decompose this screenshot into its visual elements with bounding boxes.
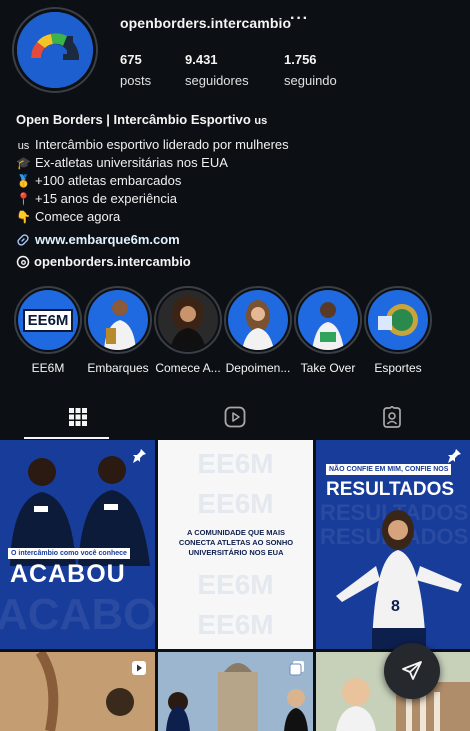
posts-count-label: posts — [120, 73, 152, 88]
following-count-value: 1.756 — [284, 52, 317, 67]
person-photo-icon — [242, 300, 274, 350]
post-text: A COMUNIDADE QUE MAIS CONECTA ATLETAS AO… — [176, 528, 296, 558]
person-photo-icon — [104, 300, 136, 350]
post-watermark: ACABOU — [0, 590, 155, 639]
profile-tabs — [0, 395, 470, 439]
us-flag: us — [254, 115, 268, 127]
send-icon — [402, 661, 422, 680]
pointing-down-icon: 👇 — [16, 210, 31, 224]
person-photo-icon — [170, 296, 206, 350]
post-caption: O intercâmbio como você conhece — [8, 548, 130, 559]
graduation-cap-icon: 🎓 — [16, 156, 31, 170]
medal-icon: 🥇 — [16, 174, 31, 188]
highlight-embarques[interactable]: Embarques — [83, 286, 153, 375]
bio-line-text: +15 anos de experiência — [35, 191, 178, 206]
bio-line: 👇 Comece agora — [16, 208, 456, 226]
threads-icon — [16, 255, 30, 268]
highlight-esportes[interactable]: Esportes — [363, 286, 433, 375]
bio-line-text: +100 atletas embarcados — [35, 173, 182, 188]
link-icon — [17, 233, 29, 246]
post-watermark: EE6M — [197, 568, 274, 600]
person-photo-icon — [312, 302, 344, 350]
direct-message-button[interactable] — [384, 643, 440, 699]
post-kicker: NÃO CONFIE EM MIM, CONFIE NOS — [326, 464, 452, 475]
tab-reels[interactable] — [157, 395, 313, 439]
post-tile[interactable]: EE6M EE6M EE6M EE6M EE6M A COMUNIDADE QU… — [158, 440, 313, 649]
bio-line-text: Comece agora — [35, 209, 121, 224]
followers-count-value: 9.431 — [185, 52, 218, 67]
highlight-label: Comece A... — [155, 361, 221, 375]
highlight-label: EE6M — [31, 361, 65, 375]
medal-photo-icon — [378, 304, 418, 336]
story-highlights: EE6M EE6M Embarques Comece A... Depoimen… — [14, 286, 470, 375]
highlight-comece[interactable]: Comece A... — [153, 286, 223, 375]
threads-handle: openborders.intercambio — [34, 254, 191, 269]
website-link-text: www.embarque6m.com — [35, 232, 180, 247]
bio-line: us Intercâmbio esportivo liderado por mul… — [16, 136, 456, 154]
more-options-button[interactable]: ··· — [290, 10, 309, 28]
display-name: Open Borders | Intercâmbio Esportivo us — [16, 112, 456, 127]
bio-line-text: Intercâmbio esportivo liderado por mulhe… — [35, 137, 289, 152]
highlight-label: Take Over — [300, 361, 356, 375]
tagged-icon — [383, 406, 401, 428]
carousel-icon — [289, 661, 304, 676]
post-tile[interactable]: ACABOU O intercâmbio como você conhece A… — [0, 440, 155, 649]
post-headline: ACABOU — [10, 560, 126, 588]
post-watermark: EE6M — [197, 448, 274, 480]
tab-posts[interactable] — [0, 395, 156, 439]
bio-line: 🥇 +100 atletas embarcados — [16, 172, 456, 190]
followers-count-label: seguidores — [185, 73, 249, 88]
post-watermark: EE6M — [197, 608, 274, 640]
reel-icon — [132, 661, 146, 675]
following-count[interactable]: 1.756 seguindo — [284, 52, 337, 88]
highlight-badge: EE6M — [22, 308, 74, 332]
highlight-label: Esportes — [374, 361, 422, 375]
highlight-label: Embarques — [87, 361, 149, 375]
pin-icon: 📍 — [16, 192, 31, 206]
bio-line-text: Ex-atletas universitárias nos EUA — [35, 155, 228, 170]
open-borders-logo — [17, 12, 93, 88]
avatar — [14, 9, 96, 91]
jersey-number: 8 — [391, 598, 400, 615]
highlight-label: Depoimen... — [225, 361, 291, 375]
pinned-icon — [448, 449, 461, 463]
posts-grid-icon — [69, 408, 87, 426]
posts-count: 675 posts — [120, 52, 151, 88]
display-name-text: Open Borders | Intercâmbio Esportivo — [16, 112, 255, 127]
website-link[interactable]: www.embarque6m.com — [16, 232, 180, 247]
post-watermark: EE6M — [197, 488, 274, 520]
bio-line: 📍 +15 anos de experiência — [16, 190, 456, 208]
post-headline: RESULTADOS — [326, 479, 455, 500]
highlight-take-over[interactable]: Take Over — [293, 286, 363, 375]
profile-avatar[interactable] — [14, 9, 120, 91]
volleyball-player-photo-icon — [336, 510, 462, 649]
bio-line: 🎓 Ex-atletas universitárias nos EUA — [16, 154, 456, 172]
highlight-ee6m[interactable]: EE6M EE6M — [13, 286, 83, 375]
pinned-icon — [133, 449, 146, 463]
us-flag-icon: us — [17, 140, 30, 152]
profile-bio: Open Borders | Intercâmbio Esportivo us … — [16, 112, 456, 226]
reels-icon — [224, 406, 246, 428]
posts-count-value: 675 — [120, 52, 142, 67]
post-tile[interactable]: RESULTADOS RESULTADOS NÃO CONFIE EM MIM,… — [316, 440, 470, 649]
highlight-depoimentos[interactable]: Depoimen... — [223, 286, 293, 375]
followers-count[interactable]: 9.431 seguidores — [185, 52, 249, 88]
threads-link[interactable]: openborders.intercambio — [16, 254, 191, 269]
post-tile[interactable] — [0, 652, 155, 731]
username: openborders.intercambio — [120, 15, 292, 31]
following-count-label: seguindo — [284, 73, 337, 88]
post-tile[interactable] — [158, 652, 313, 731]
tab-tagged[interactable] — [314, 395, 470, 439]
